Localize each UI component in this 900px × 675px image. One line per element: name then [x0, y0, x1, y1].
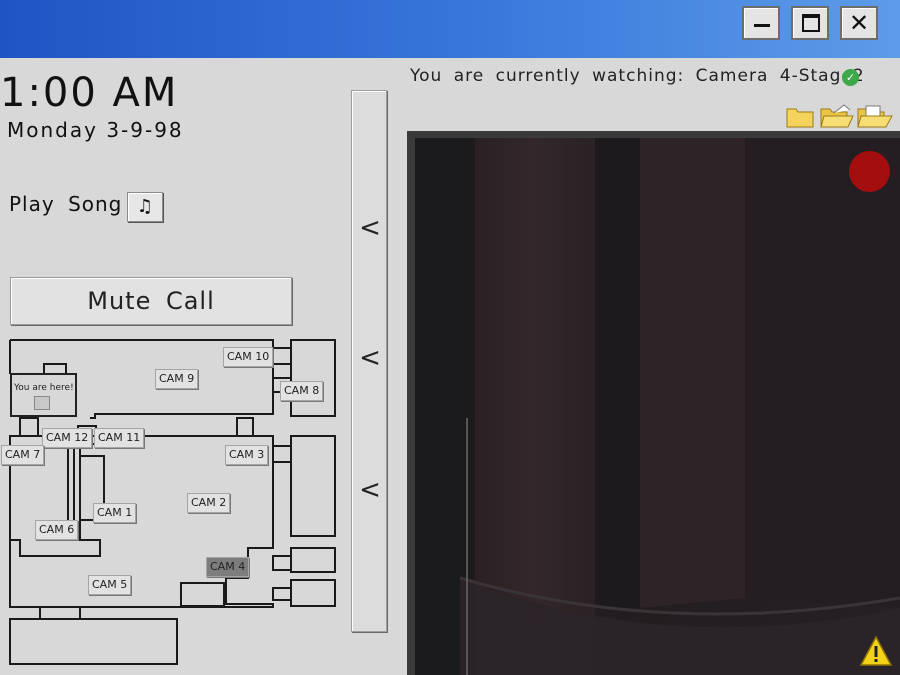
- clock-time: 1:00 AM: [0, 70, 179, 116]
- cam-button-9[interactable]: CAM 9: [155, 369, 199, 389]
- you-are-here-marker: You are here!: [10, 373, 77, 417]
- you-are-here-label: You are here!: [14, 383, 74, 393]
- collapse-chevron-left-icon[interactable]: <: [352, 343, 388, 373]
- clock-date: Monday 3-9-98: [7, 118, 184, 142]
- folder-icon[interactable]: [786, 104, 814, 128]
- cam-button-1[interactable]: CAM 1: [93, 503, 137, 523]
- cam-button-10[interactable]: CAM 10: [223, 347, 274, 367]
- cam-button-2[interactable]: CAM 2: [187, 493, 231, 513]
- open-folder-icon[interactable]: [820, 104, 854, 128]
- play-song-button[interactable]: ♫: [127, 192, 163, 222]
- cam-button-7[interactable]: CAM 7: [1, 445, 45, 465]
- cam-button-12[interactable]: CAM 12: [42, 428, 93, 448]
- maximize-icon: [802, 14, 820, 32]
- player-location-icon: [34, 396, 50, 410]
- minimize-button[interactable]: [742, 6, 780, 40]
- play-song-label: Play Song: [9, 192, 123, 216]
- collapse-chevron-left-icon[interactable]: <: [352, 475, 388, 505]
- close-button[interactable]: ✕: [840, 6, 878, 40]
- warning-icon: [860, 635, 892, 666]
- cam-button-4[interactable]: CAM 4: [206, 557, 250, 577]
- cam-button-8[interactable]: CAM 8: [280, 381, 324, 401]
- mute-call-button[interactable]: Mute Call: [10, 277, 292, 325]
- open-folder-documents-icon[interactable]: [857, 104, 893, 128]
- maximize-button[interactable]: [791, 6, 829, 40]
- recording-indicator-icon: [849, 151, 890, 192]
- cam-button-3[interactable]: CAM 3: [225, 445, 269, 465]
- camera-feed: [415, 138, 900, 675]
- music-note-icon: ♫: [136, 196, 154, 217]
- cam-button-6[interactable]: CAM 6: [35, 520, 79, 540]
- collapse-panel: < < <: [351, 90, 387, 632]
- minimize-icon: [754, 24, 770, 27]
- title-bar: ✕: [0, 0, 900, 58]
- close-icon: ✕: [848, 9, 870, 37]
- current-camera-label: You are currently watching: Camera 4-Sta…: [410, 66, 865, 86]
- collapse-chevron-left-icon[interactable]: <: [352, 213, 388, 243]
- cam-button-11[interactable]: CAM 11: [94, 428, 145, 448]
- check-circle-icon: ✓: [842, 69, 859, 86]
- game-window: ✕ 1:00 AM Monday 3-9-98 Play Song ♫ Mute…: [0, 0, 900, 675]
- cam-button-5[interactable]: CAM 5: [88, 575, 132, 595]
